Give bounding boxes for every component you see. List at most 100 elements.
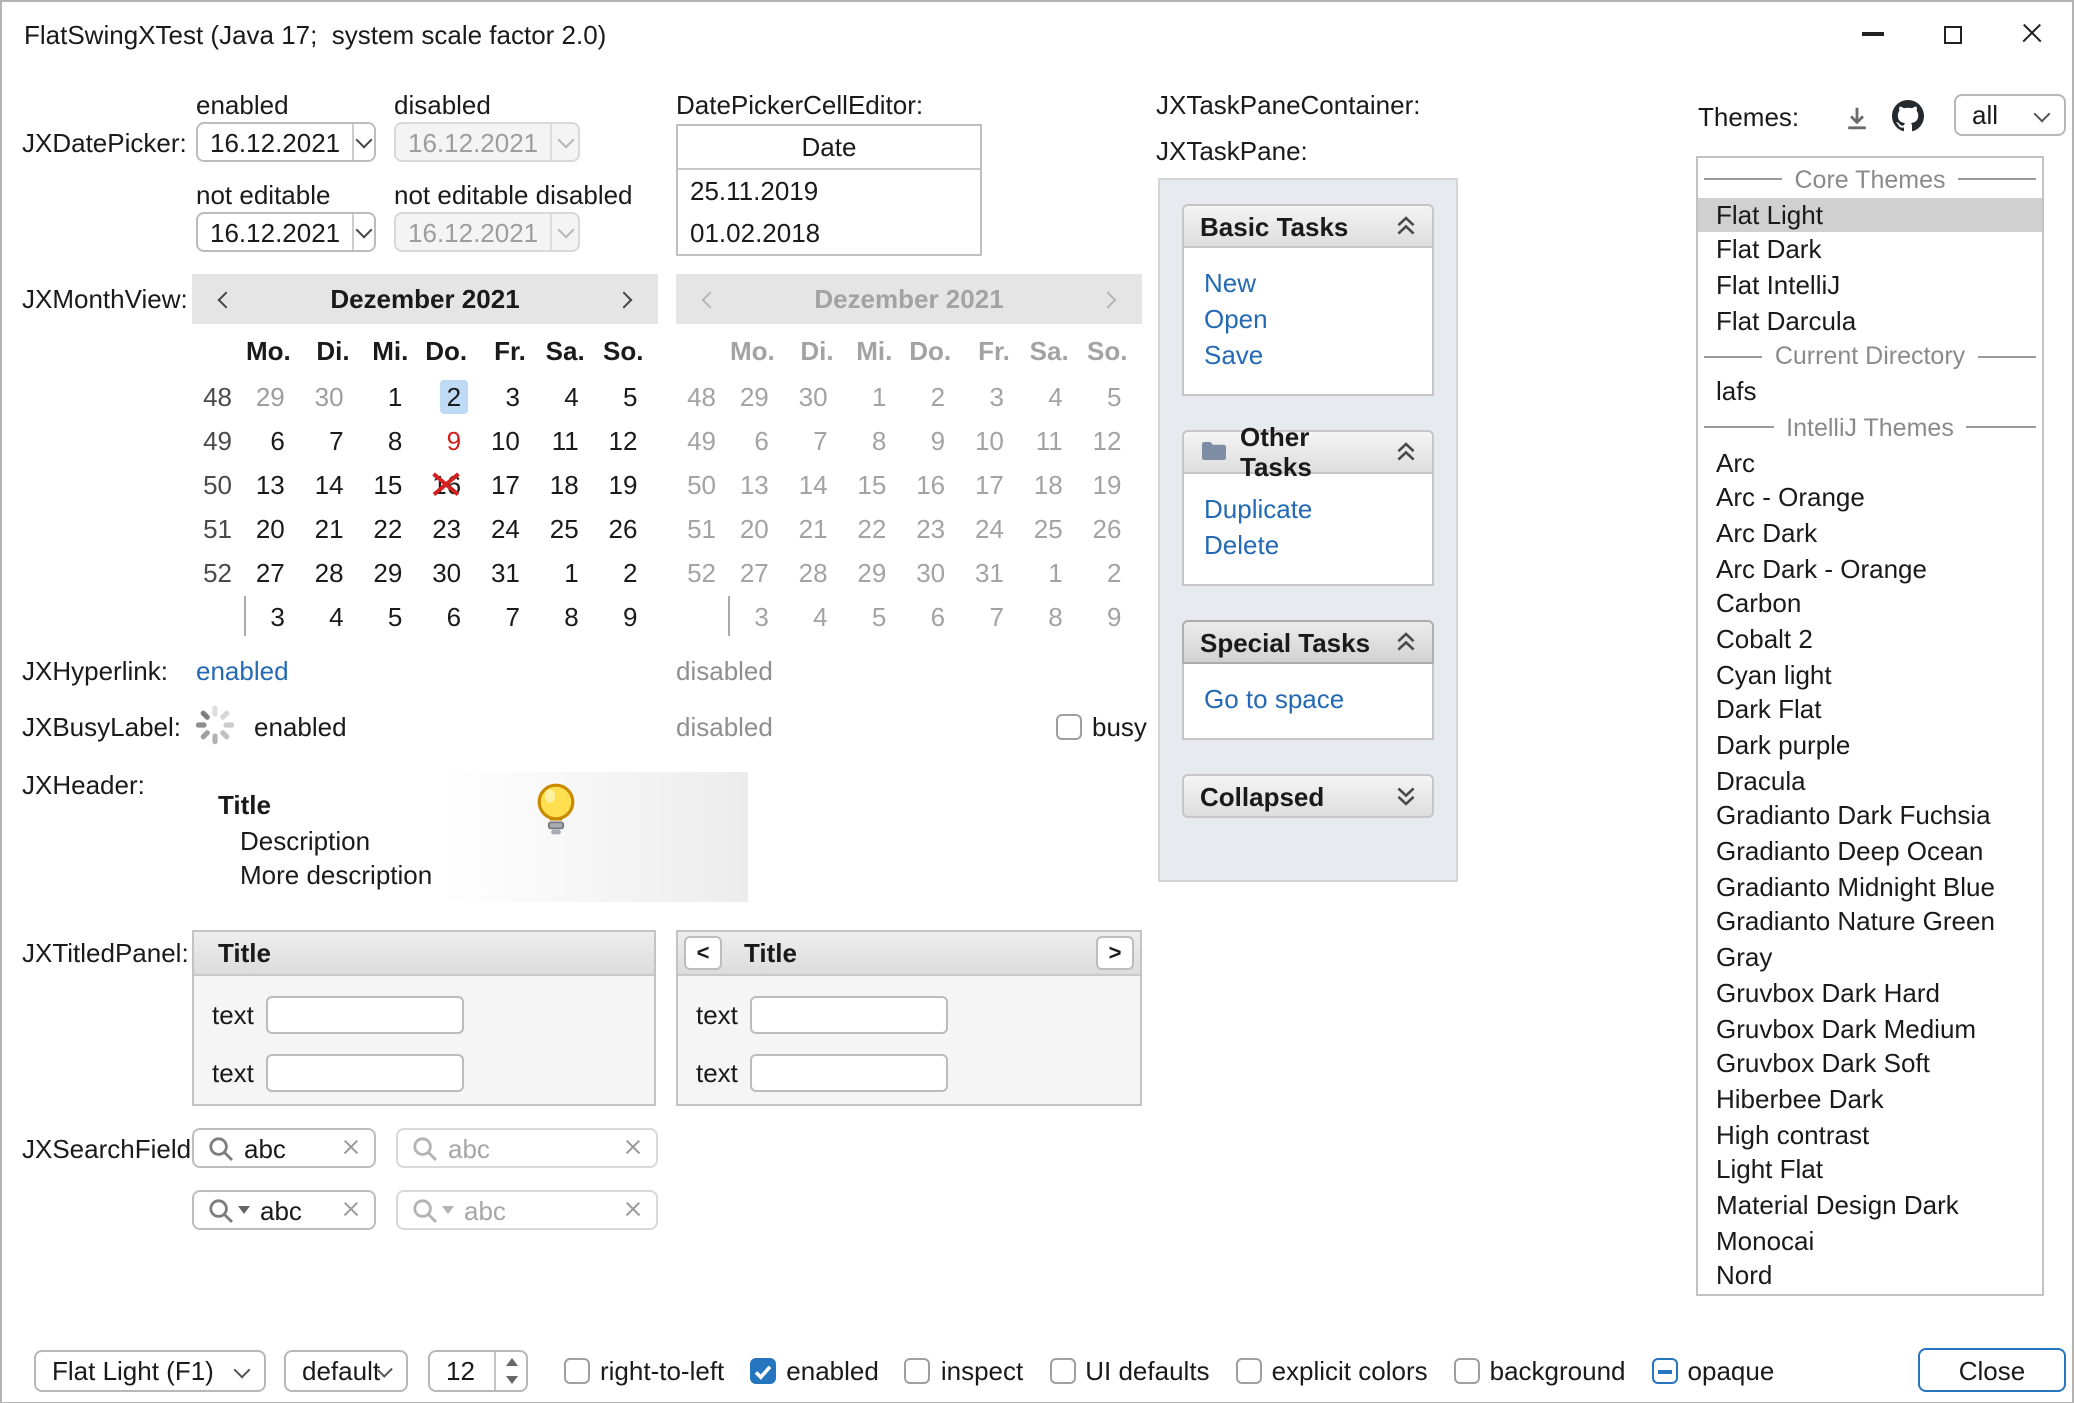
checkbox-right-to-left[interactable]: right-to-left <box>564 1356 724 1386</box>
checkbox-inspect[interactable]: inspect <box>905 1356 1023 1386</box>
calendar-day-cell[interactable]: 30 <box>422 555 481 589</box>
search-value[interactable]: abc <box>244 1133 332 1163</box>
theme-item[interactable]: Nord <box>1698 1259 2042 1294</box>
text-input[interactable] <box>266 1054 464 1092</box>
text-input[interactable] <box>750 1054 948 1092</box>
prev-month-button[interactable] <box>212 274 240 324</box>
themes-filter-combobox[interactable]: all <box>1954 94 2066 136</box>
theme-item[interactable]: Carbon <box>1698 587 2042 622</box>
calendar-day-cell[interactable]: 19 <box>599 467 658 501</box>
search-value[interactable]: abc <box>260 1195 332 1225</box>
datepicker-not-editable[interactable]: 16.12.2021 <box>196 212 376 252</box>
download-themes-button[interactable] <box>1838 100 1874 136</box>
titled-panel-right-button[interactable]: > <box>1096 936 1134 970</box>
calendar-day-cell[interactable]: 10 <box>481 423 540 457</box>
calendar-day-cell[interactable]: 9 <box>599 599 658 633</box>
spinner-down-button[interactable] <box>496 1371 526 1390</box>
calendar-day-cell[interactable]: 15 <box>364 467 423 501</box>
titled-panel-left-button[interactable]: < <box>684 936 722 970</box>
theme-item[interactable]: Arc - Orange <box>1698 480 2042 515</box>
datepicker-dropdown-button[interactable] <box>352 124 374 160</box>
calendar-day-cell[interactable]: 28 <box>305 555 364 589</box>
search-field-with-menu-enabled[interactable]: abc <box>192 1190 376 1230</box>
theme-item[interactable]: Gradianto Midnight Blue <box>1698 870 2042 905</box>
theme-item[interactable]: Gradianto Deep Ocean <box>1698 834 2042 869</box>
clear-search-button[interactable] <box>342 1139 360 1157</box>
calendar-day-cell[interactable]: 2 <box>422 379 481 413</box>
checkbox-enabled[interactable]: enabled <box>750 1356 879 1386</box>
theme-item[interactable]: Flat Light <box>1698 197 2042 232</box>
calendar-day-cell[interactable]: 14 <box>305 467 364 501</box>
theme-item[interactable]: Gradianto Nature Green <box>1698 905 2042 940</box>
theme-item[interactable]: Flat IntelliJ <box>1698 268 2042 303</box>
calendar-day-cell[interactable]: 4 <box>305 599 364 633</box>
busy-checkbox[interactable]: busy <box>1056 712 1147 742</box>
maximize-button[interactable] <box>1912 2 1992 66</box>
theme-item[interactable]: Arc Dark <box>1698 516 2042 551</box>
calendar-day-cell[interactable]: 18 <box>540 467 599 501</box>
calendar-day-cell[interactable]: 27 <box>246 555 305 589</box>
taskpane-link[interactable]: Go to space <box>1204 682 1412 718</box>
theme-item[interactable]: Monocai <box>1698 1223 2042 1258</box>
datepicker-dropdown-button[interactable] <box>352 214 374 250</box>
cell-editor-row[interactable]: 01.02.2018 <box>678 212 980 254</box>
text-input[interactable] <box>750 996 948 1034</box>
theme-item[interactable]: Dark Flat <box>1698 693 2042 728</box>
calendar-day-cell[interactable]: 5 <box>599 379 658 413</box>
calendar-day-cell[interactable]: 6 <box>422 599 481 633</box>
github-button[interactable] <box>1890 98 1926 134</box>
close-button[interactable]: Close <box>1918 1348 2066 1392</box>
spinner-up-button[interactable] <box>496 1352 526 1371</box>
theme-item[interactable]: Arc <box>1698 445 2042 480</box>
taskpane-link[interactable]: Save <box>1204 338 1412 374</box>
search-field-enabled[interactable]: abc <box>192 1128 376 1168</box>
calendar-day-cell[interactable]: 30 <box>305 379 364 413</box>
theme-item[interactable]: Light Flat <box>1698 1153 2042 1188</box>
taskpane-header[interactable]: Collapsed <box>1182 774 1434 818</box>
font-size-spinner[interactable]: 12 <box>428 1350 528 1392</box>
calendar-day-cell[interactable]: 2 <box>599 555 658 589</box>
calendar-day-cell[interactable]: 3 <box>246 599 305 633</box>
calendar-day-cell[interactable]: 25 <box>540 511 599 545</box>
theme-item[interactable]: High contrast <box>1698 1117 2042 1152</box>
theme-item[interactable]: Flat Darcula <box>1698 304 2042 339</box>
text-input[interactable] <box>266 996 464 1034</box>
datepicker-value[interactable]: 16.12.2021 <box>198 127 352 157</box>
taskpane-link[interactable]: Duplicate <box>1204 492 1412 528</box>
calendar-day-cell[interactable]: 22 <box>364 511 423 545</box>
calendar-day-cell[interactable]: 29 <box>246 379 305 413</box>
calendar-day-cell[interactable]: 1 <box>540 555 599 589</box>
calendar-day-cell[interactable]: 12 <box>599 423 658 457</box>
theme-item[interactable]: Cyan light <box>1698 657 2042 692</box>
next-month-button[interactable] <box>610 274 638 324</box>
theme-item[interactable]: Hiberbee Dark <box>1698 1082 2042 1117</box>
hyperlink-enabled[interactable]: enabled <box>196 656 289 686</box>
calendar-day-cell[interactable]: 1 <box>364 379 423 413</box>
calendar-day-cell[interactable]: 26 <box>599 511 658 545</box>
calendar-day-cell[interactable]: 21 <box>305 511 364 545</box>
calendar-day-cell[interactable]: 29 <box>364 555 423 589</box>
calendar-day-cell[interactable]: 13 <box>246 467 305 501</box>
calendar-day-cell[interactable]: 7 <box>305 423 364 457</box>
theme-item[interactable]: Gruvbox Dark Hard <box>1698 976 2042 1011</box>
calendar-day-cell[interactable]: 31 <box>481 555 540 589</box>
theme-item[interactable]: Flat Dark <box>1698 233 2042 268</box>
calendar-day-cell[interactable]: 8 <box>364 423 423 457</box>
calendar-day-cell[interactable]: 3 <box>481 379 540 413</box>
calendar-day-cell[interactable]: 23 <box>422 511 481 545</box>
theme-item[interactable]: Dracula <box>1698 763 2042 798</box>
cell-editor-row[interactable]: 25.11.2019 <box>678 170 980 212</box>
calendar-day-cell[interactable]: 20 <box>246 511 305 545</box>
minimize-button[interactable] <box>1832 2 1912 66</box>
search-menu-icon[interactable] <box>208 1197 250 1223</box>
checkbox-opaque[interactable]: opaque <box>1652 1356 1775 1386</box>
calendar-day-cell[interactable]: 16 <box>422 467 481 501</box>
checkbox-explicit-colors[interactable]: explicit colors <box>1236 1356 1428 1386</box>
checkbox-ui-defaults[interactable]: UI defaults <box>1049 1356 1209 1386</box>
checkbox-background[interactable]: background <box>1454 1356 1626 1386</box>
taskpane-header[interactable]: Basic Tasks <box>1182 204 1434 248</box>
theme-item[interactable]: Gruvbox Dark Medium <box>1698 1011 2042 1046</box>
theme-item[interactable]: Gradianto Dark Fuchsia <box>1698 799 2042 834</box>
taskpane-header[interactable]: Special Tasks <box>1182 620 1434 664</box>
calendar-day-cell[interactable]: 11 <box>540 423 599 457</box>
